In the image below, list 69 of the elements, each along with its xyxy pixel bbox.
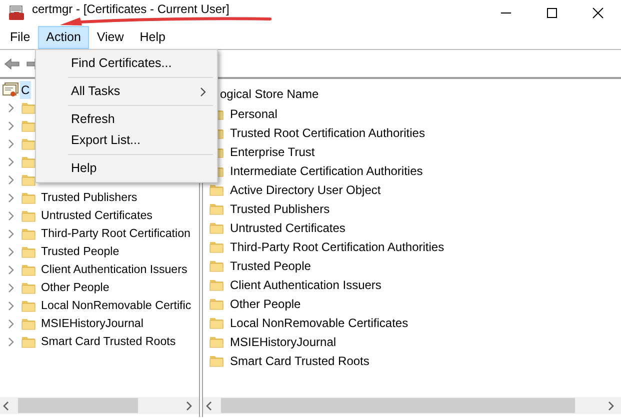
folder-icon <box>21 208 37 224</box>
list-item[interactable]: Local NonRemovable Certificates <box>230 314 408 332</box>
window-title: certmgr - [Certificates - Current User] <box>32 1 230 18</box>
chevron-icon[interactable] <box>6 281 16 295</box>
tree-item[interactable]: Untrusted Certificates <box>41 207 152 225</box>
list-item[interactable]: Trusted People <box>230 256 311 274</box>
list-item[interactable]: Intermediate Certification Authorities <box>230 162 423 180</box>
menu-option[interactable]: Refresh <box>38 109 215 130</box>
chevron-icon[interactable] <box>6 101 16 115</box>
list-item[interactable]: Personal <box>230 104 278 122</box>
chevron-icon[interactable] <box>6 317 16 331</box>
menu-option[interactable]: Find Certificates... <box>38 53 215 74</box>
folder-icon <box>21 280 37 296</box>
folder-icon <box>21 154 37 170</box>
close-icon <box>592 6 604 18</box>
menu-option[interactable]: All Tasks <box>38 81 215 102</box>
back-icon[interactable] <box>4 58 20 70</box>
list-item[interactable]: Trusted Publishers <box>230 200 330 218</box>
chevron-icon[interactable] <box>6 227 16 241</box>
chevron-icon[interactable] <box>6 119 16 133</box>
tree-item[interactable]: Third-Party Root Certification <box>41 225 190 243</box>
folder-icon <box>21 118 37 134</box>
horizontal-scrollbar[interactable] <box>203 397 621 414</box>
folder-icon <box>21 136 37 152</box>
tree-item[interactable]: MSIEHistoryJournal <box>41 315 144 333</box>
menu-option[interactable]: Help <box>38 158 215 179</box>
menu-item[interactable]: File <box>2 26 38 48</box>
app-icon <box>8 4 26 20</box>
list-item[interactable]: Other People <box>230 294 301 312</box>
folder-icon <box>21 262 37 278</box>
chevron-icon[interactable] <box>6 335 16 349</box>
menu-option[interactable]: Export List... <box>38 130 215 151</box>
menu-item[interactable]: Action <box>38 26 89 48</box>
list-item[interactable]: Third-Party Root Certification Authorities <box>230 238 444 256</box>
folder-icon <box>21 172 37 188</box>
list-item[interactable]: Client Authentication Issuers <box>230 276 382 294</box>
folder-icon <box>21 226 37 242</box>
list-item[interactable]: Untrusted Certificates <box>230 218 346 236</box>
tree-item[interactable]: Client Authentication Issuers <box>41 261 188 279</box>
maximize-icon <box>546 6 558 18</box>
folder-icon <box>21 298 37 314</box>
chevron-icon[interactable] <box>6 191 16 205</box>
horizontal-scrollbar[interactable] <box>0 397 199 414</box>
chevron-icon[interactable] <box>6 155 16 169</box>
list-item[interactable]: Smart Card Trusted Roots <box>230 352 370 370</box>
tree-item[interactable]: Trusted People <box>41 243 120 261</box>
menu-item[interactable]: View <box>88 26 132 48</box>
chevron-icon[interactable] <box>6 245 16 259</box>
folder-icon <box>21 100 37 116</box>
folder-icon <box>21 244 37 260</box>
chevron-icon[interactable] <box>6 137 16 151</box>
tree-item[interactable]: Local NonRemovable Certific <box>41 297 192 315</box>
tree-item[interactable]: C <box>20 81 31 99</box>
list-item[interactable]: Trusted Root Certification Authorities <box>230 124 425 142</box>
tree-item[interactable]: Other People <box>41 279 110 297</box>
chevron-icon[interactable] <box>6 209 16 223</box>
folder-icon <box>21 334 37 350</box>
certificate-icon <box>2 82 20 98</box>
list-item[interactable]: MSIEHistoryJournal <box>230 332 336 350</box>
list-item[interactable]: Enterprise Trust <box>230 142 315 160</box>
chevron-icon[interactable] <box>6 173 16 187</box>
list-item[interactable]: Active Directory User Object <box>230 180 381 198</box>
folder-icon <box>21 190 37 206</box>
menu-item[interactable]: Help <box>132 26 174 48</box>
tree-item[interactable]: Smart Card Trusted Roots <box>41 333 176 351</box>
chevron-icon[interactable] <box>6 299 16 313</box>
folder-icon <box>21 316 37 332</box>
chevron-icon[interactable] <box>6 263 16 277</box>
tree-item[interactable]: Trusted Publishers <box>41 189 138 207</box>
